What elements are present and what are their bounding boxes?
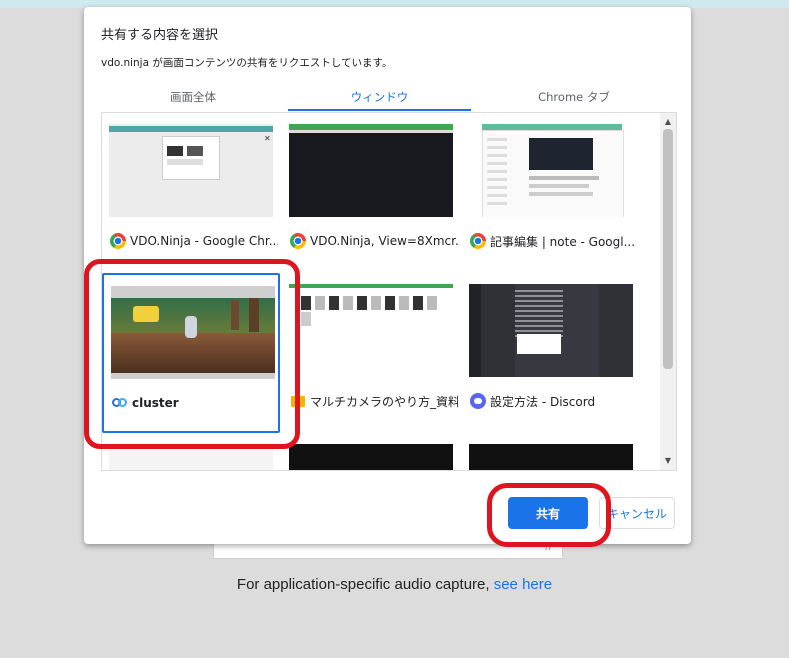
window-label: 記事編集 | note - Googl... (470, 231, 638, 251)
window-item-multicam-doc[interactable]: マルチカメラのやり方_資料 (282, 273, 460, 433)
window-item-cluster[interactable]: cluster (102, 273, 280, 433)
scroll-down-icon[interactable]: ▼ (660, 454, 676, 468)
window-label: 設定方法 - Discord (470, 391, 638, 411)
window-thumbnail (289, 284, 453, 377)
source-tabs: 画面全体 ウィンドウ Chrome タブ (84, 87, 691, 111)
window-item-vdo-ninja-view[interactable]: VDO.Ninja, View=8Xmcr... (282, 113, 460, 273)
window-thumbnail (289, 124, 453, 217)
chrome-icon (470, 233, 486, 249)
window-thumbnail-partial[interactable] (289, 444, 453, 470)
chrome-icon (110, 233, 126, 249)
dialog-title: 共有する内容を選択 (101, 28, 219, 43)
window-label: マルチカメラのやり方_資料 (290, 391, 458, 411)
see-here-link[interactable]: see here (494, 576, 552, 593)
discord-icon (470, 393, 486, 409)
window-thumbnail (469, 284, 633, 377)
chrome-icon (290, 233, 306, 249)
window-thumbnail-partial[interactable] (469, 444, 633, 470)
tab-chrome-tab[interactable]: Chrome タブ (474, 87, 674, 109)
window-label: cluster (112, 393, 280, 413)
share-button[interactable]: 共有 (508, 497, 588, 529)
cluster-icon (112, 395, 128, 411)
folder-icon (290, 393, 306, 409)
scroll-up-icon[interactable]: ▲ (660, 115, 676, 129)
window-item-discord[interactable]: 設定方法 - Discord (462, 273, 640, 433)
tab-window[interactable]: ウィンドウ (288, 87, 471, 111)
share-picker-dialog: 共有する内容を選択 vdo.ninja が画面コンテンツの共有をリクエストしてい… (84, 7, 691, 544)
window-item-vdo-ninja[interactable]: ✕ VDO.Ninja - Google Chr... (102, 113, 280, 273)
footer-text: For application-specific audio capture, (236, 576, 490, 593)
window-thumbnail (111, 286, 275, 379)
window-thumbnail (469, 124, 633, 217)
dialog-subtitle: vdo.ninja が画面コンテンツの共有をリクエストしています。 (101, 57, 393, 69)
audio-capture-note: For application-specific audio capture, … (0, 576, 789, 593)
window-label: VDO.Ninja - Google Chr... (110, 231, 278, 251)
window-thumbnail: ✕ (109, 124, 273, 217)
grid-scrollbar[interactable]: ▲ ▼ (660, 113, 676, 470)
window-grid: ✕ VDO.Ninja - Google Chr... VDO.Ninja, V… (101, 112, 677, 471)
cancel-button[interactable]: キャンセル (599, 497, 675, 529)
scrollbar-thumb[interactable] (663, 129, 673, 369)
window-label: VDO.Ninja, View=8Xmcr... (290, 231, 458, 251)
window-item-note-edit[interactable]: 記事編集 | note - Googl... (462, 113, 640, 273)
tab-entire-screen[interactable]: 画面全体 (101, 87, 285, 109)
window-thumbnail-partial[interactable] (109, 444, 273, 470)
